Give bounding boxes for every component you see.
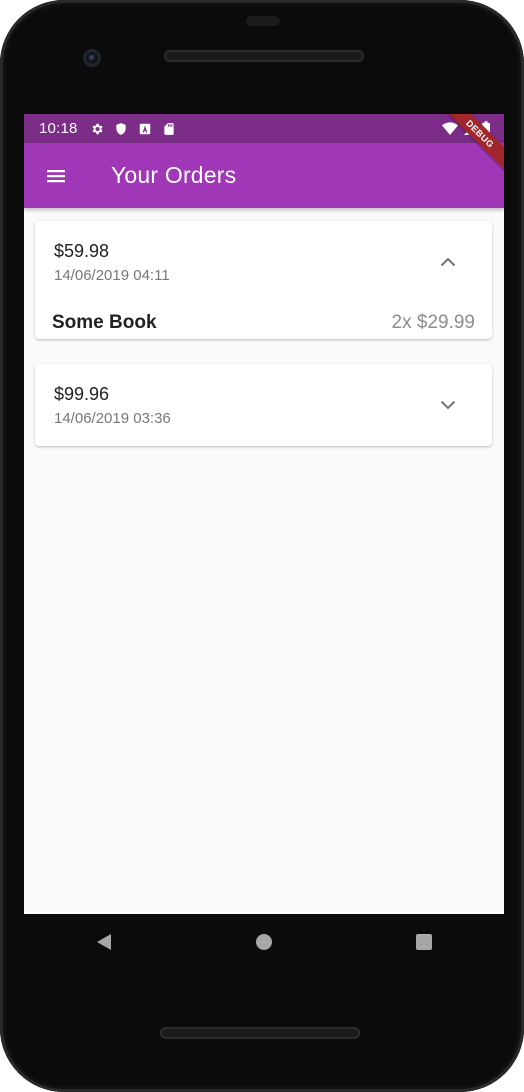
settings-icon xyxy=(92,123,103,134)
shield-icon xyxy=(115,122,126,135)
front-camera xyxy=(83,49,101,67)
order-item-quantity-price: 2x $29.99 xyxy=(391,312,475,333)
order-date: 14/06/2019 03:36 xyxy=(54,410,171,427)
chevron-down-icon xyxy=(440,400,456,410)
order-date: 14/06/2019 04:11 xyxy=(54,267,170,284)
order-amount: $99.96 xyxy=(54,384,110,404)
menu-icon xyxy=(47,169,65,182)
status-time: 10:18 xyxy=(39,120,78,137)
recents-icon xyxy=(416,934,432,950)
status-bar: 10:18 xyxy=(24,114,504,143)
phone-frame: 10:18 Your Orders DEBUG $59.98 14/06/201… xyxy=(0,0,524,1092)
order-amount: $59.98 xyxy=(54,241,110,261)
recents-button[interactable] xyxy=(400,918,448,966)
home-icon xyxy=(256,934,272,950)
order-item-title: Some Book xyxy=(52,312,157,333)
top-speaker xyxy=(164,50,364,62)
chevron-up-icon xyxy=(440,257,456,267)
phone-sensor xyxy=(246,16,280,26)
menu-button[interactable] xyxy=(28,148,84,204)
screen: 10:18 Your Orders DEBUG $59.98 14/06/201… xyxy=(24,114,504,914)
home-button[interactable] xyxy=(240,918,288,966)
a-box-icon xyxy=(139,123,150,134)
system-nav-bar xyxy=(24,914,504,970)
order-card: $99.96 14/06/2019 03:36 xyxy=(35,364,492,446)
expand-button[interactable] xyxy=(436,393,460,417)
status-icons-left xyxy=(90,122,176,136)
wifi-icon xyxy=(442,121,458,135)
sd-card-icon xyxy=(163,122,174,135)
collapse-button[interactable] xyxy=(436,250,460,274)
order-card: $59.98 14/06/2019 04:11 Some Book 2x $29… xyxy=(35,221,492,339)
app-bar: Your Orders xyxy=(24,143,504,208)
back-icon xyxy=(97,934,111,950)
back-button[interactable] xyxy=(80,918,128,966)
page-title: Your Orders xyxy=(111,162,237,188)
bottom-speaker xyxy=(160,1027,360,1039)
